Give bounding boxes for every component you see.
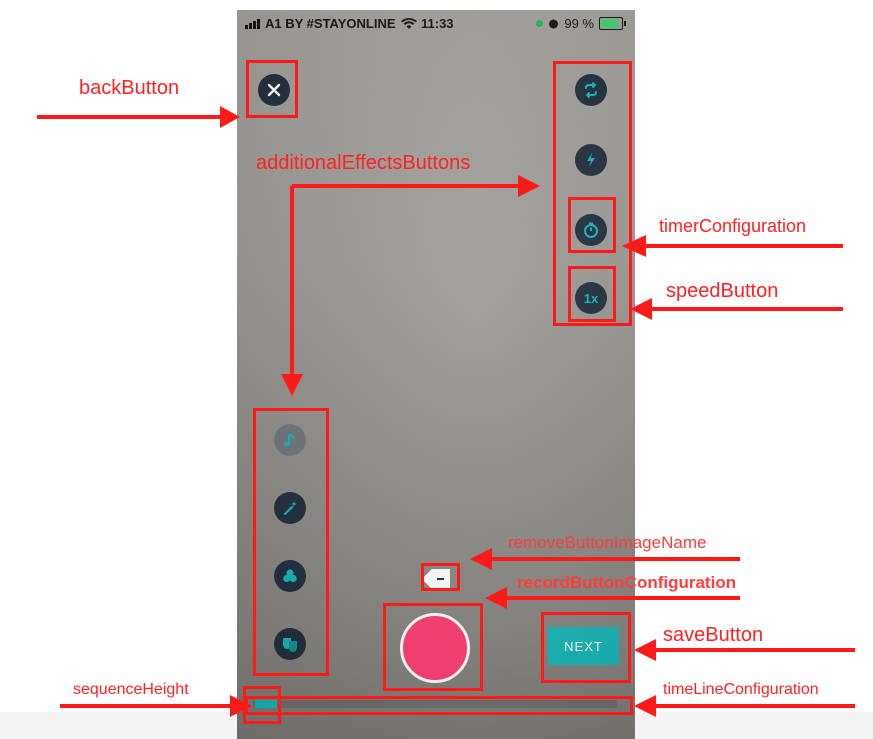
sequence-height-label: sequenceHeight bbox=[73, 681, 189, 698]
alarm-icon bbox=[549, 19, 559, 29]
additional-effects-label: additionalEffectsButtons bbox=[256, 152, 471, 174]
wifi-icon bbox=[400, 17, 417, 29]
speed-highlight bbox=[568, 266, 616, 322]
record-button-configuration-label: recordButtonConfiguration bbox=[517, 573, 737, 592]
timer-configuration-label: timerConfiguration bbox=[659, 216, 807, 236]
save-button-label: saveButton bbox=[663, 624, 764, 646]
battery-percent: 99 % bbox=[564, 16, 594, 31]
record-button-highlight bbox=[383, 603, 483, 691]
recording-dot-icon bbox=[536, 20, 544, 27]
sequence-highlight bbox=[243, 686, 281, 724]
timeline-highlight bbox=[245, 696, 633, 715]
carrier-label: A1 BY #STAYONLINE bbox=[265, 16, 396, 31]
back-button-highlight bbox=[246, 60, 298, 118]
battery-icon bbox=[599, 17, 626, 30]
remove-button-highlight bbox=[421, 563, 460, 591]
status-bar: A1 BY #STAYONLINE 11:33 99 % bbox=[237, 10, 635, 36]
left-effects-highlight bbox=[253, 408, 329, 676]
back-button-label: backButton bbox=[79, 77, 180, 99]
save-button-highlight bbox=[541, 612, 631, 683]
timer-highlight bbox=[568, 197, 616, 253]
timeline-configuration-label: timeLineConfiguration bbox=[663, 681, 819, 698]
signal-icon bbox=[245, 18, 260, 29]
speed-button-label: speedButton bbox=[666, 280, 779, 302]
remove-button-image-name-label: removeButtonImageName bbox=[508, 533, 707, 552]
status-time: 11:33 bbox=[421, 16, 454, 31]
